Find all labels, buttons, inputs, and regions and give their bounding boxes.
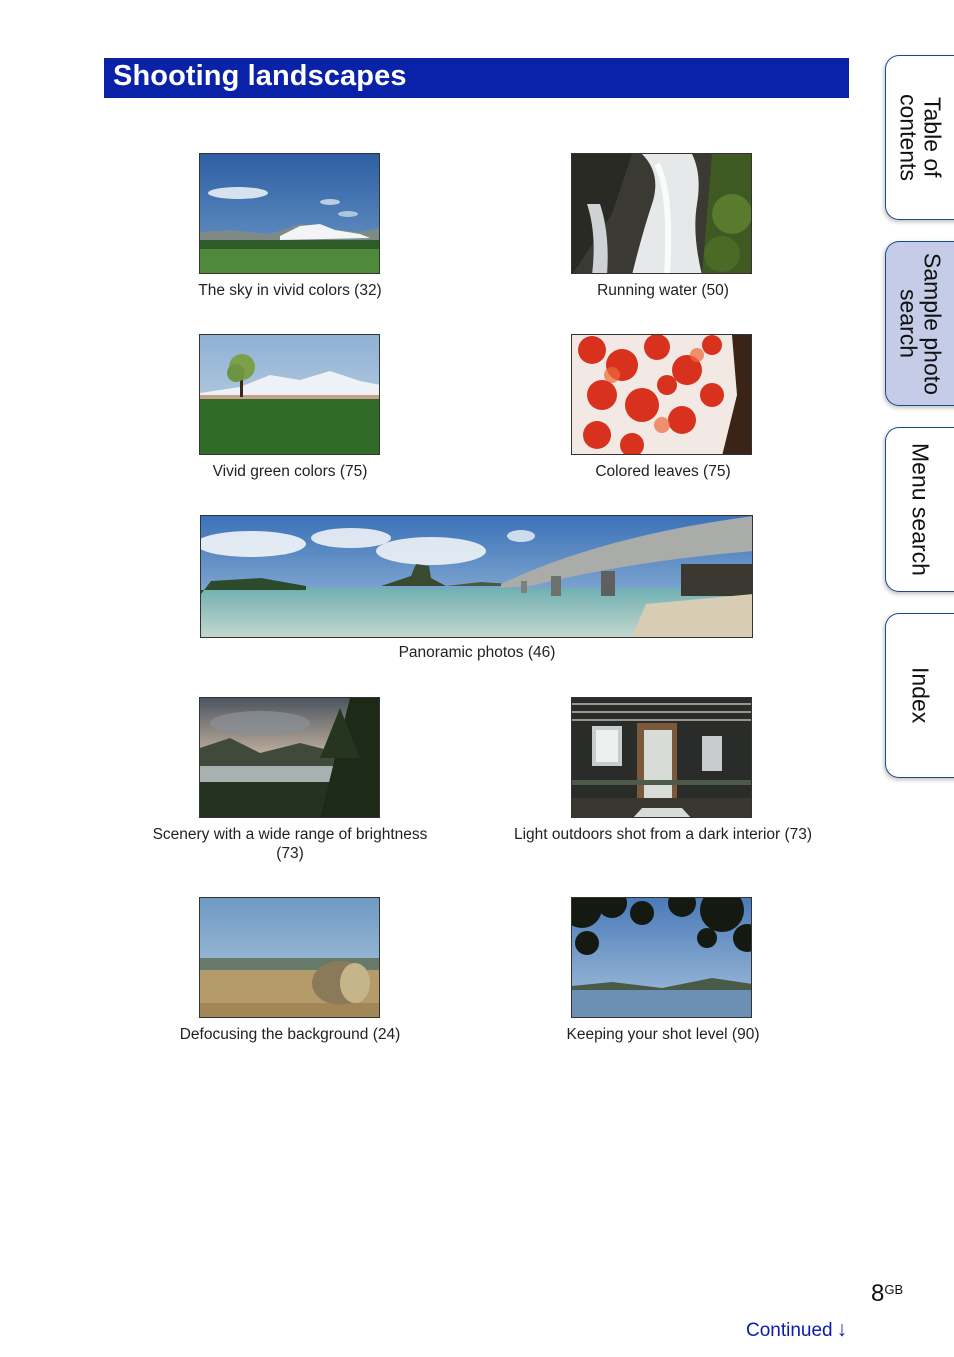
photo-light-from-dark-interior[interactable] — [571, 697, 752, 818]
photo-caption[interactable]: Scenery with a wide range of brightness … — [130, 825, 450, 863]
photo-caption[interactable]: Panoramic photos (46) — [337, 643, 617, 662]
photo-panoramic[interactable] — [200, 515, 753, 638]
tab-label: Index — [907, 667, 934, 724]
page-suffix: GB — [884, 1282, 904, 1297]
photo-caption[interactable]: Keeping your shot level (90) — [523, 1025, 803, 1044]
photo-wide-range-brightness[interactable] — [199, 697, 380, 818]
photo-colored-leaves[interactable] — [571, 334, 752, 455]
photo-caption[interactable]: Vivid green colors (75) — [150, 462, 430, 481]
tab-menu-search[interactable]: Menu search — [885, 427, 954, 592]
continued-label: Continued — [746, 1320, 833, 1341]
tab-label: Menu search — [907, 443, 934, 576]
tab-index[interactable]: Index — [885, 613, 954, 778]
page-number: 8GB — [871, 1280, 903, 1308]
photo-caption[interactable]: Light outdoors shot from a dark interior… — [493, 825, 833, 844]
continued-link[interactable]: Continued ↓ — [746, 1318, 847, 1342]
tab-label: Sample photo search — [895, 252, 946, 395]
photo-caption[interactable]: The sky in vivid colors (32) — [150, 281, 430, 300]
photo-vivid-green-colors[interactable] — [199, 334, 380, 455]
photo-caption[interactable]: Defocusing the background (24) — [150, 1025, 430, 1044]
page-title: Shooting landscapes — [113, 60, 407, 92]
tab-table-of-contents[interactable]: Table of contents — [885, 55, 954, 220]
tab-label: Table of contents — [895, 94, 946, 181]
photo-defocusing-background[interactable] — [199, 897, 380, 1018]
page-number-value: 8 — [871, 1280, 885, 1307]
photo-running-water[interactable] — [571, 153, 752, 274]
page-title-bar: Shooting landscapes — [104, 58, 849, 98]
tab-sample-photo-search[interactable]: Sample photo search — [885, 241, 954, 406]
photo-sky-vivid-colors[interactable] — [199, 153, 380, 274]
photo-caption[interactable]: Colored leaves (75) — [523, 462, 803, 481]
photo-keeping-shot-level[interactable] — [571, 897, 752, 1018]
down-arrow-icon: ↓ — [836, 1318, 848, 1341]
photo-caption[interactable]: Running water (50) — [523, 281, 803, 300]
